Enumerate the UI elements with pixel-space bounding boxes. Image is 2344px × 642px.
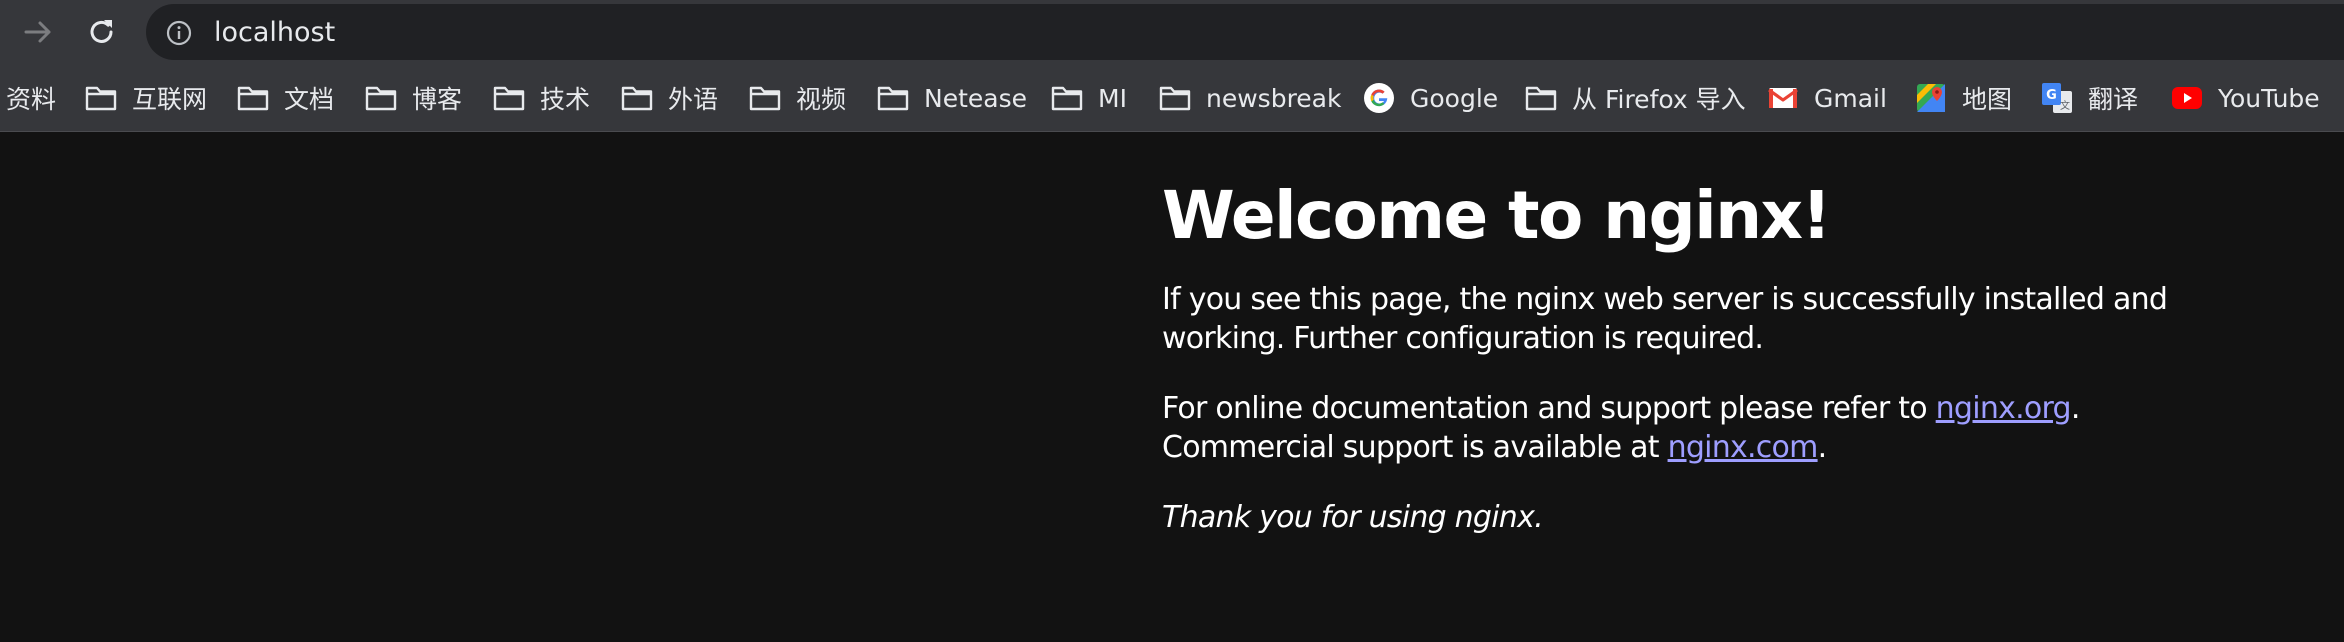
page-heading: Welcome to nginx! <box>1162 177 1832 254</box>
bookmark-label: newsbreak <box>1206 83 1342 113</box>
bookmark-label: YouTube <box>2218 83 2320 113</box>
bookmark-ziliao[interactable]: 资料 <box>6 78 56 118</box>
youtube-icon <box>2170 81 2204 115</box>
bookmark-youtube[interactable]: YouTube <box>2170 78 2320 118</box>
install-paragraph: If you see this page, the nginx web serv… <box>1162 282 2168 356</box>
gmail-icon <box>1766 81 1800 115</box>
folder-icon <box>84 81 118 115</box>
folder-icon <box>620 81 654 115</box>
bookmark-shipin[interactable]: 视频 <box>748 78 846 118</box>
bookmark-label: 技术 <box>540 85 591 114</box>
folder-icon <box>364 81 398 115</box>
google-icon <box>1362 81 1396 115</box>
folder-icon <box>876 81 910 115</box>
url-text[interactable]: localhost <box>214 17 335 48</box>
bookmark-label: 地图 <box>1962 85 2013 114</box>
folder-icon <box>1158 81 1192 115</box>
folder-icon <box>748 81 782 115</box>
bookmark-label: Netease <box>924 83 1027 113</box>
bookmark-label: 文档 <box>284 85 335 114</box>
bookmark-label: 外语 <box>668 85 719 114</box>
bookmarks-bar: 资料 互联网 文档 博客 技术 外语 视频 Netease MI newsbre… <box>0 64 2344 132</box>
svg-text:G: G <box>2046 88 2057 103</box>
bookmark-firefox-import[interactable]: 从 Firefox 导入 <box>1524 78 1746 118</box>
forward-button[interactable] <box>18 12 58 52</box>
browser-toolbar: localhost <box>0 0 2344 64</box>
bookmark-waiyu[interactable]: 外语 <box>620 78 718 118</box>
bookmark-jishu[interactable]: 技术 <box>492 78 590 118</box>
bookmark-newsbreak[interactable]: newsbreak <box>1158 78 1341 118</box>
folder-icon <box>1050 81 1084 115</box>
reload-button[interactable] <box>82 12 122 52</box>
bookmark-label: MI <box>1098 83 1127 113</box>
folder-icon <box>236 81 270 115</box>
docs-paragraph: For online documentation and support ple… <box>1162 389 2242 467</box>
folder-icon <box>492 81 526 115</box>
bookmark-label: 视频 <box>796 85 847 114</box>
thanks-text: Thank you for using nginx. <box>1162 500 1544 535</box>
nginx-welcome-page: Welcome to nginx! If you see this page, … <box>1162 172 2242 568</box>
reload-icon <box>90 20 113 43</box>
address-bar[interactable]: localhost <box>146 4 2344 60</box>
nginx-com-link[interactable]: nginx.com <box>1668 430 1819 465</box>
bookmark-boke[interactable]: 博客 <box>364 78 462 118</box>
translate-icon: G 文 <box>2040 81 2074 115</box>
maps-icon <box>1914 81 1948 115</box>
forward-arrow-icon <box>24 21 51 43</box>
period-text: . <box>1817 430 1828 465</box>
bookmark-gmail[interactable]: Gmail <box>1766 78 1887 118</box>
bookmark-label: 互联网 <box>132 85 208 114</box>
bookmark-hulianwang[interactable]: 互联网 <box>84 78 207 118</box>
bookmark-label: 翻译 <box>2088 85 2139 114</box>
nginx-org-link[interactable]: nginx.org <box>1936 391 2072 426</box>
bookmark-label: 从 Firefox 导入 <box>1572 85 1746 114</box>
bookmark-label: Gmail <box>1814 83 1887 113</box>
svg-text:文: 文 <box>2060 99 2070 112</box>
bookmark-translate[interactable]: G 文 翻译 <box>2040 78 2138 118</box>
folder-icon <box>1524 81 1558 115</box>
site-info-icon[interactable] <box>166 20 192 46</box>
bookmark-label: Google <box>1410 83 1499 113</box>
bookmark-netease[interactable]: Netease <box>876 78 1027 118</box>
bookmark-mi[interactable]: MI <box>1050 78 1127 118</box>
bookmark-google[interactable]: Google <box>1362 78 1498 118</box>
bookmark-label: 资料 <box>6 85 57 114</box>
thanks-paragraph: Thank you for using nginx. <box>1162 498 2242 537</box>
bookmark-label: 博客 <box>412 85 463 114</box>
docs-text: For online documentation and support ple… <box>1162 391 1936 426</box>
bookmark-wendang[interactable]: 文档 <box>236 78 334 118</box>
bookmark-maps[interactable]: 地图 <box>1914 78 2012 118</box>
